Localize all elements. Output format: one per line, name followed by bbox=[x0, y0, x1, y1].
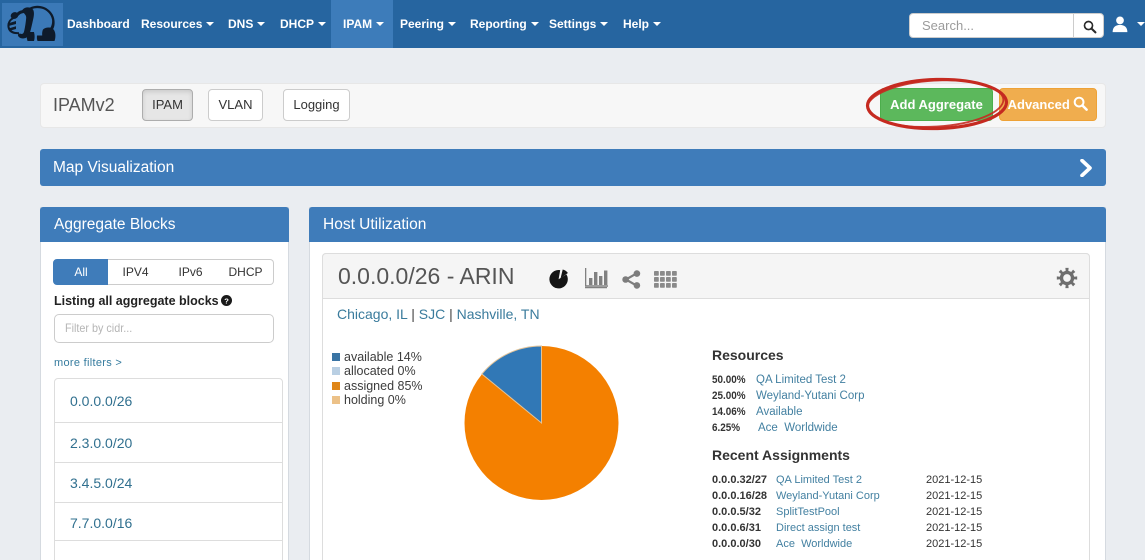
svg-text:?: ? bbox=[224, 296, 229, 305]
